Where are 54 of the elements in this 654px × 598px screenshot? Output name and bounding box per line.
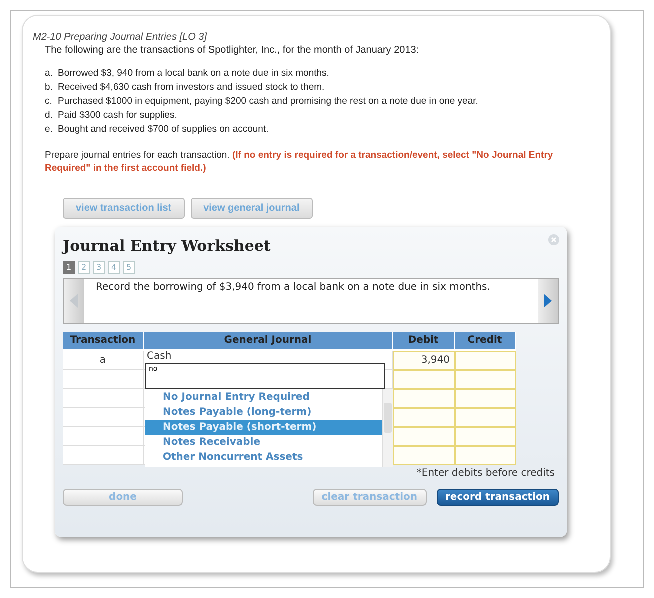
action-button[interactable]: record transaction: [436, 489, 559, 506]
instruction-text: Prepare journal entries for each transaction. (If no entry is required for a transaction/event, select "No Journal Entry Required" in the first account field.): [44, 149, 554, 175]
transaction-text: Received $4,630 cash from investors and issued stock to them.: [58, 82, 325, 93]
credit-cell[interactable]: [455, 351, 516, 370]
page-tab[interactable]: 4: [108, 261, 120, 274]
close-icon[interactable]: [548, 234, 560, 246]
view-button[interactable]: view transaction list: [63, 198, 185, 219]
view-button[interactable]: view general journal: [190, 198, 313, 219]
dropdown-option[interactable]: Other Noncurrent Assets: [145, 450, 382, 465]
credit-cell[interactable]: [455, 389, 516, 408]
footnote: *Enter debits before credits: [416, 468, 556, 479]
page-tab[interactable]: 2: [78, 261, 90, 274]
list-letter: e.: [45, 124, 53, 135]
debit-cell[interactable]: [393, 389, 455, 408]
scrollbar[interactable]: [382, 389, 393, 467]
problem-title: M2-10 Preparing Journal Entries [LO 3]: [33, 32, 208, 43]
transaction-text: Bought and received $700 of supplies on account.: [58, 124, 269, 135]
column-header: Credit: [455, 332, 516, 349]
column-header: Debit: [393, 332, 455, 349]
page-tab[interactable]: 5: [123, 261, 135, 274]
action-button[interactable]: clear transaction: [312, 489, 426, 506]
list-letter: c.: [45, 96, 53, 107]
transaction-text: Purchased $1000 in equipment, paying $200 cash and promising the rest on a note due in one year.: [58, 96, 478, 107]
debit-cell[interactable]: 3,940: [393, 351, 455, 370]
list-letter: d.: [45, 110, 53, 121]
dropdown-option[interactable]: Notes Payable (long-term): [145, 405, 382, 420]
left-arrow-icon: [70, 294, 78, 308]
list-letter: b.: [45, 82, 53, 93]
transaction-text: Borrowed $3, 940 from a local bank on a note due in six months.: [58, 68, 330, 79]
credit-cell[interactable]: [455, 408, 516, 427]
dropdown-option[interactable]: Notes Receivable: [145, 435, 382, 450]
debit-cell[interactable]: [393, 427, 455, 446]
list-letter: a.: [45, 68, 53, 79]
debit-cell[interactable]: [393, 408, 455, 427]
previous-button[interactable]: [64, 279, 84, 323]
column-header: Transaction: [63, 332, 144, 349]
action-button[interactable]: done: [63, 489, 183, 506]
dropdown-option[interactable]: No Journal Entry Required: [145, 390, 382, 405]
worksheet-title: Journal Entry Worksheet: [63, 237, 271, 255]
page-tab[interactable]: 3: [93, 261, 105, 274]
transaction-text: Paid $300 cash for supplies.: [58, 110, 178, 121]
dropdown-option[interactable]: Notes Payable (short-term): [145, 420, 382, 435]
next-button[interactable]: [538, 279, 558, 323]
credit-cell[interactable]: [455, 446, 516, 465]
debit-cell[interactable]: [393, 446, 455, 465]
page-tab[interactable]: 1: [63, 261, 75, 274]
debit-cell[interactable]: [393, 370, 455, 389]
problem-intro: The following are the transactions of Spotlighter, Inc., for the month of January 2013:: [44, 45, 420, 56]
credit-cell[interactable]: [455, 427, 516, 446]
credit-cell[interactable]: [455, 370, 516, 389]
right-arrow-icon: [544, 294, 552, 308]
prompt-text: Record the borrowing of $3,940 from a local bank on a note due in six months.: [95, 281, 492, 295]
column-header: General Journal: [144, 332, 393, 349]
account-text: Cash: [147, 351, 172, 362]
